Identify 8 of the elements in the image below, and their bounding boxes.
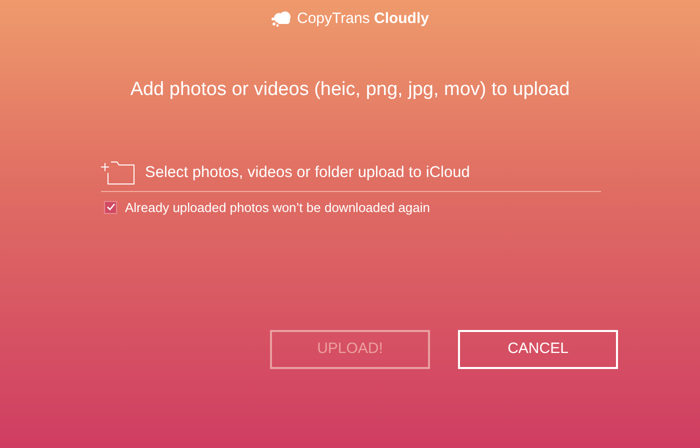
checkbox-label: Already uploaded photos won’t be downloaded again <box>125 198 430 217</box>
app-logo: CopyTrans Cloudly <box>297 8 429 29</box>
heading: Add photos or videos (heic, png, jpg, mov) to upload <box>130 78 570 102</box>
folder-add-icon <box>101 161 135 185</box>
checkbox[interactable] <box>104 200 117 214</box>
select-files-button[interactable]: Select photos, videos or folder upload to iCloud <box>101 160 601 192</box>
cloud-logo-icon <box>271 11 293 27</box>
dialog-button[interactable]: CANCEL <box>458 330 618 369</box>
